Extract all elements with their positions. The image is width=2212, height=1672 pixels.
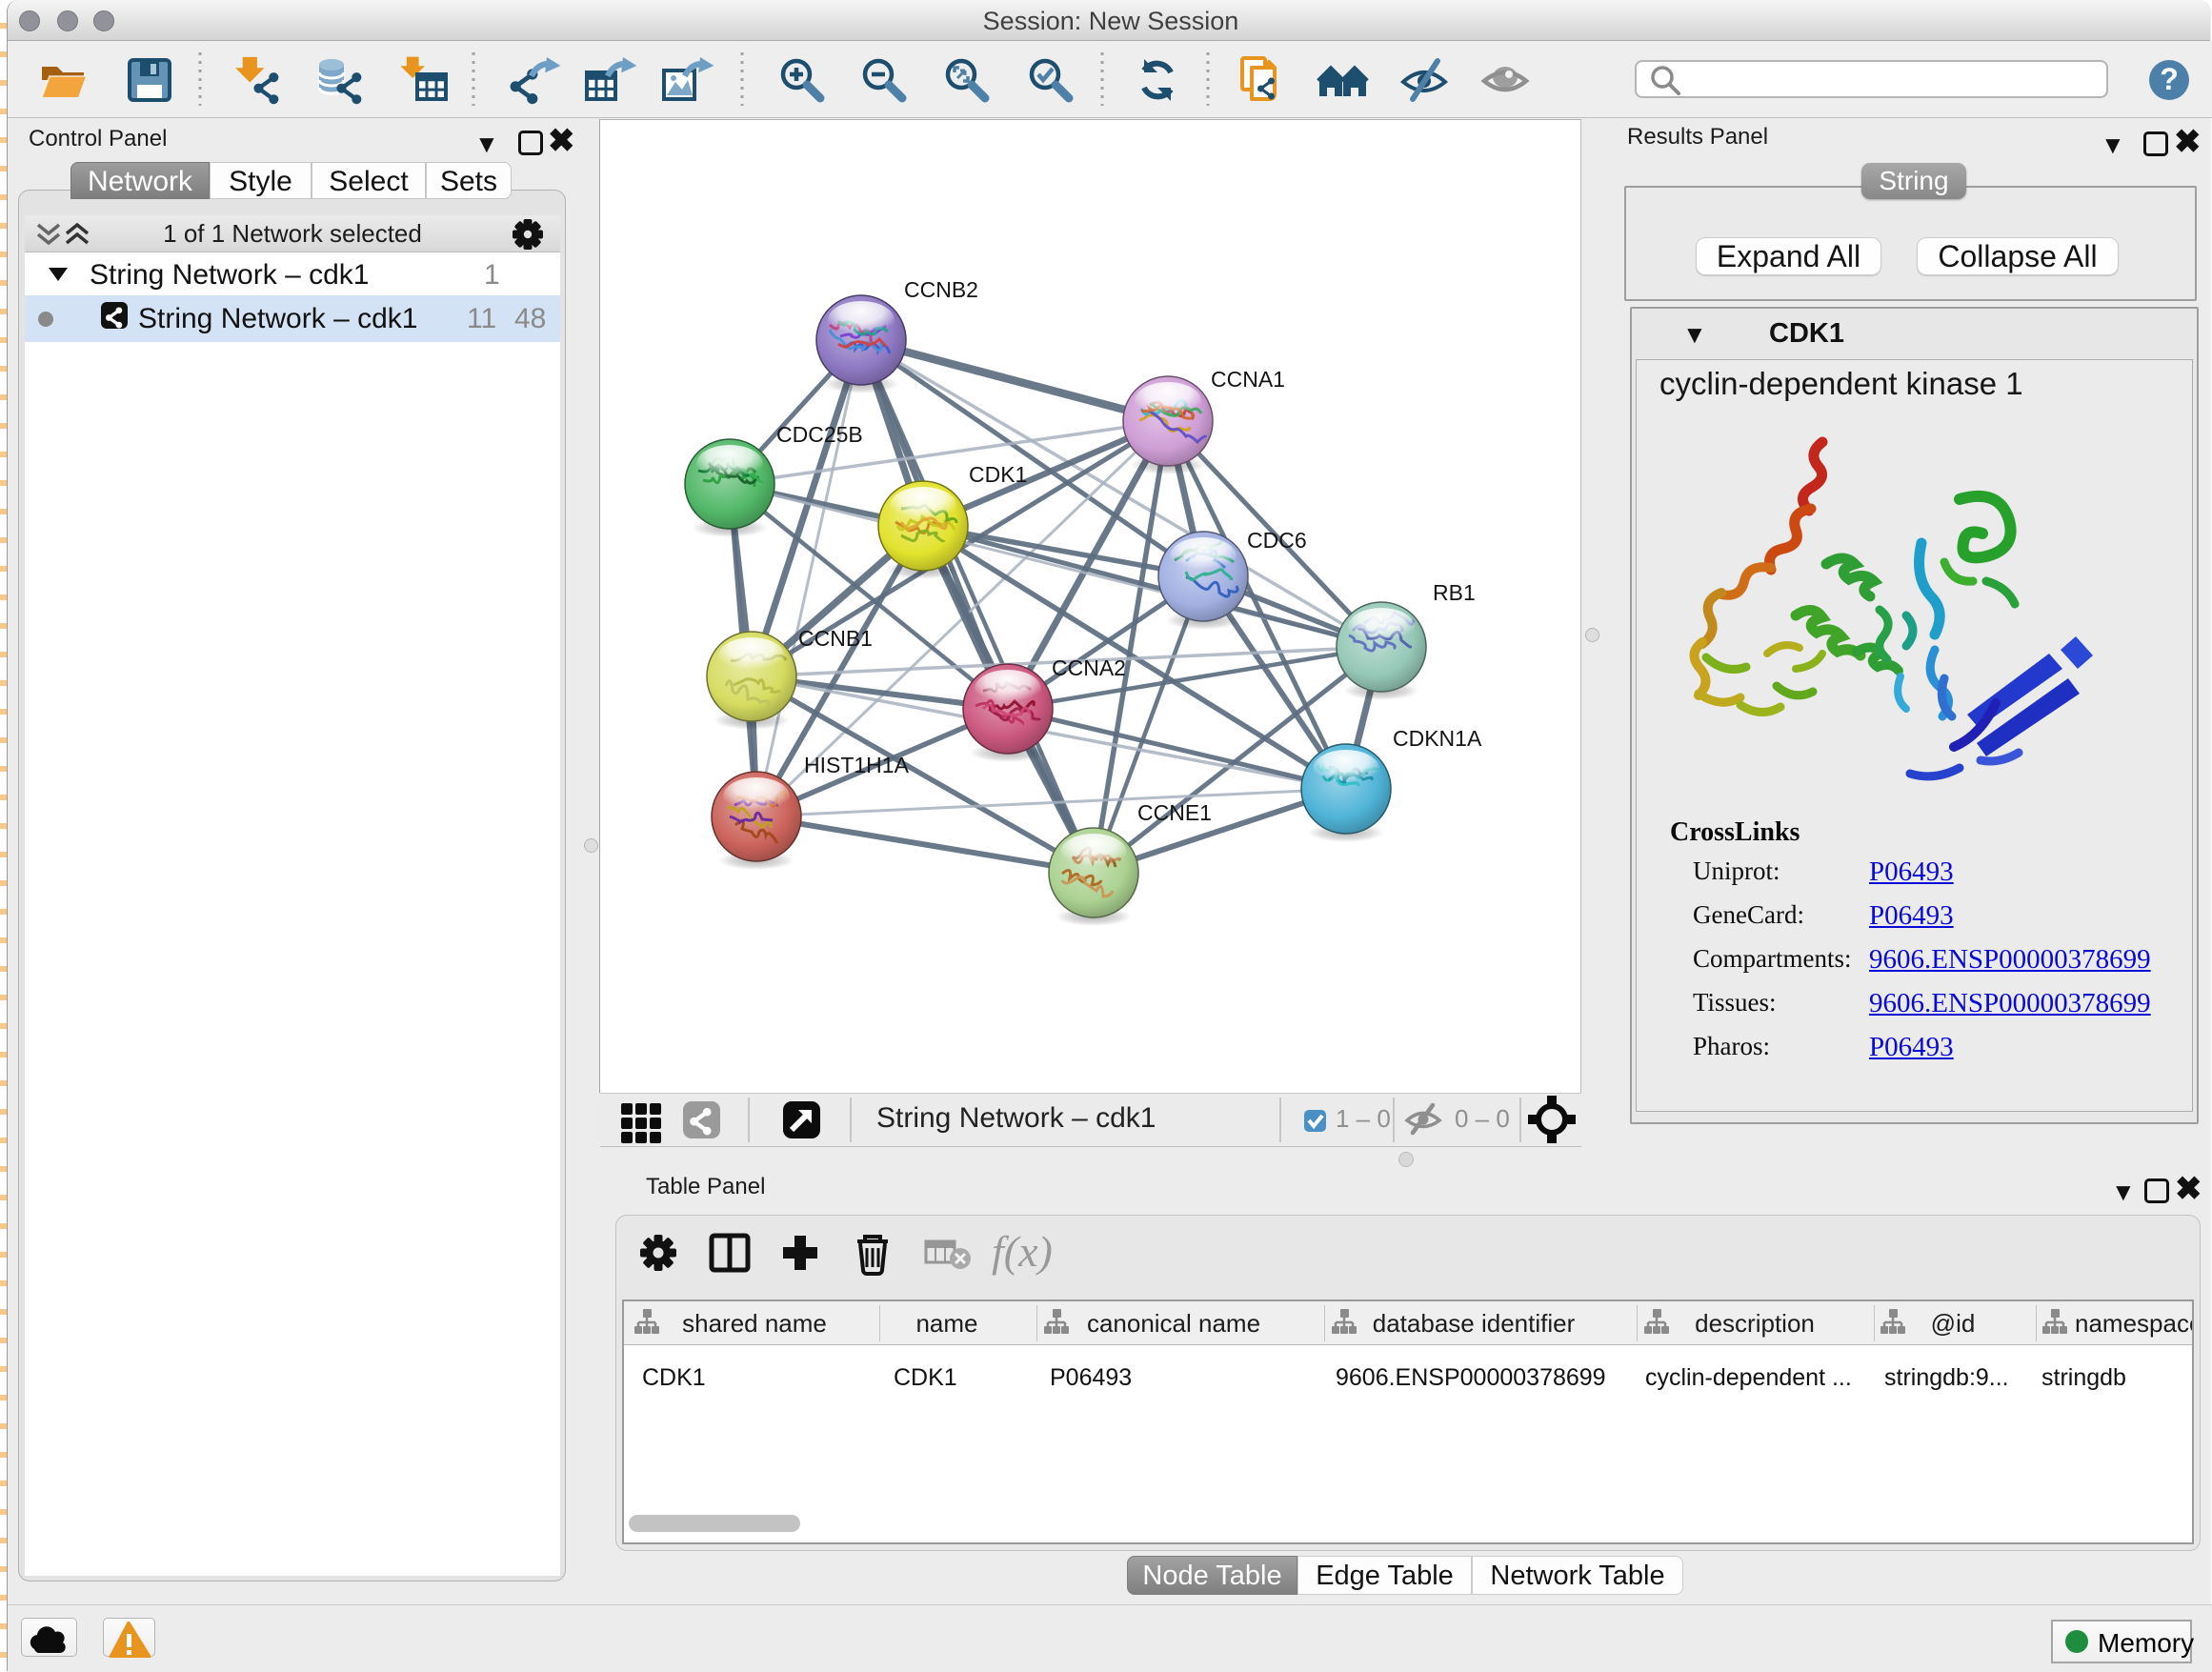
svg-text:CDK1: CDK1 xyxy=(969,462,1027,487)
svg-text:CCNE1: CCNE1 xyxy=(1137,800,1212,825)
svg-text:HIST1H1A: HIST1H1A xyxy=(804,753,910,777)
svg-text:f(x): f(x) xyxy=(992,1227,1053,1276)
svg-text:RB1: RB1 xyxy=(1433,580,1476,605)
svg-text:CCNA2: CCNA2 xyxy=(1052,655,1126,680)
svg-text:CDC6: CDC6 xyxy=(1247,528,1307,553)
svg-text:CDC25B: CDC25B xyxy=(776,422,863,447)
svg-text:CCNA1: CCNA1 xyxy=(1211,367,1285,392)
svg-text:CDKN1A: CDKN1A xyxy=(1393,726,1482,751)
svg-text:?: ? xyxy=(2160,62,2179,96)
svg-text:CCNB2: CCNB2 xyxy=(904,277,978,302)
svg-text:CCNB1: CCNB1 xyxy=(798,626,873,651)
